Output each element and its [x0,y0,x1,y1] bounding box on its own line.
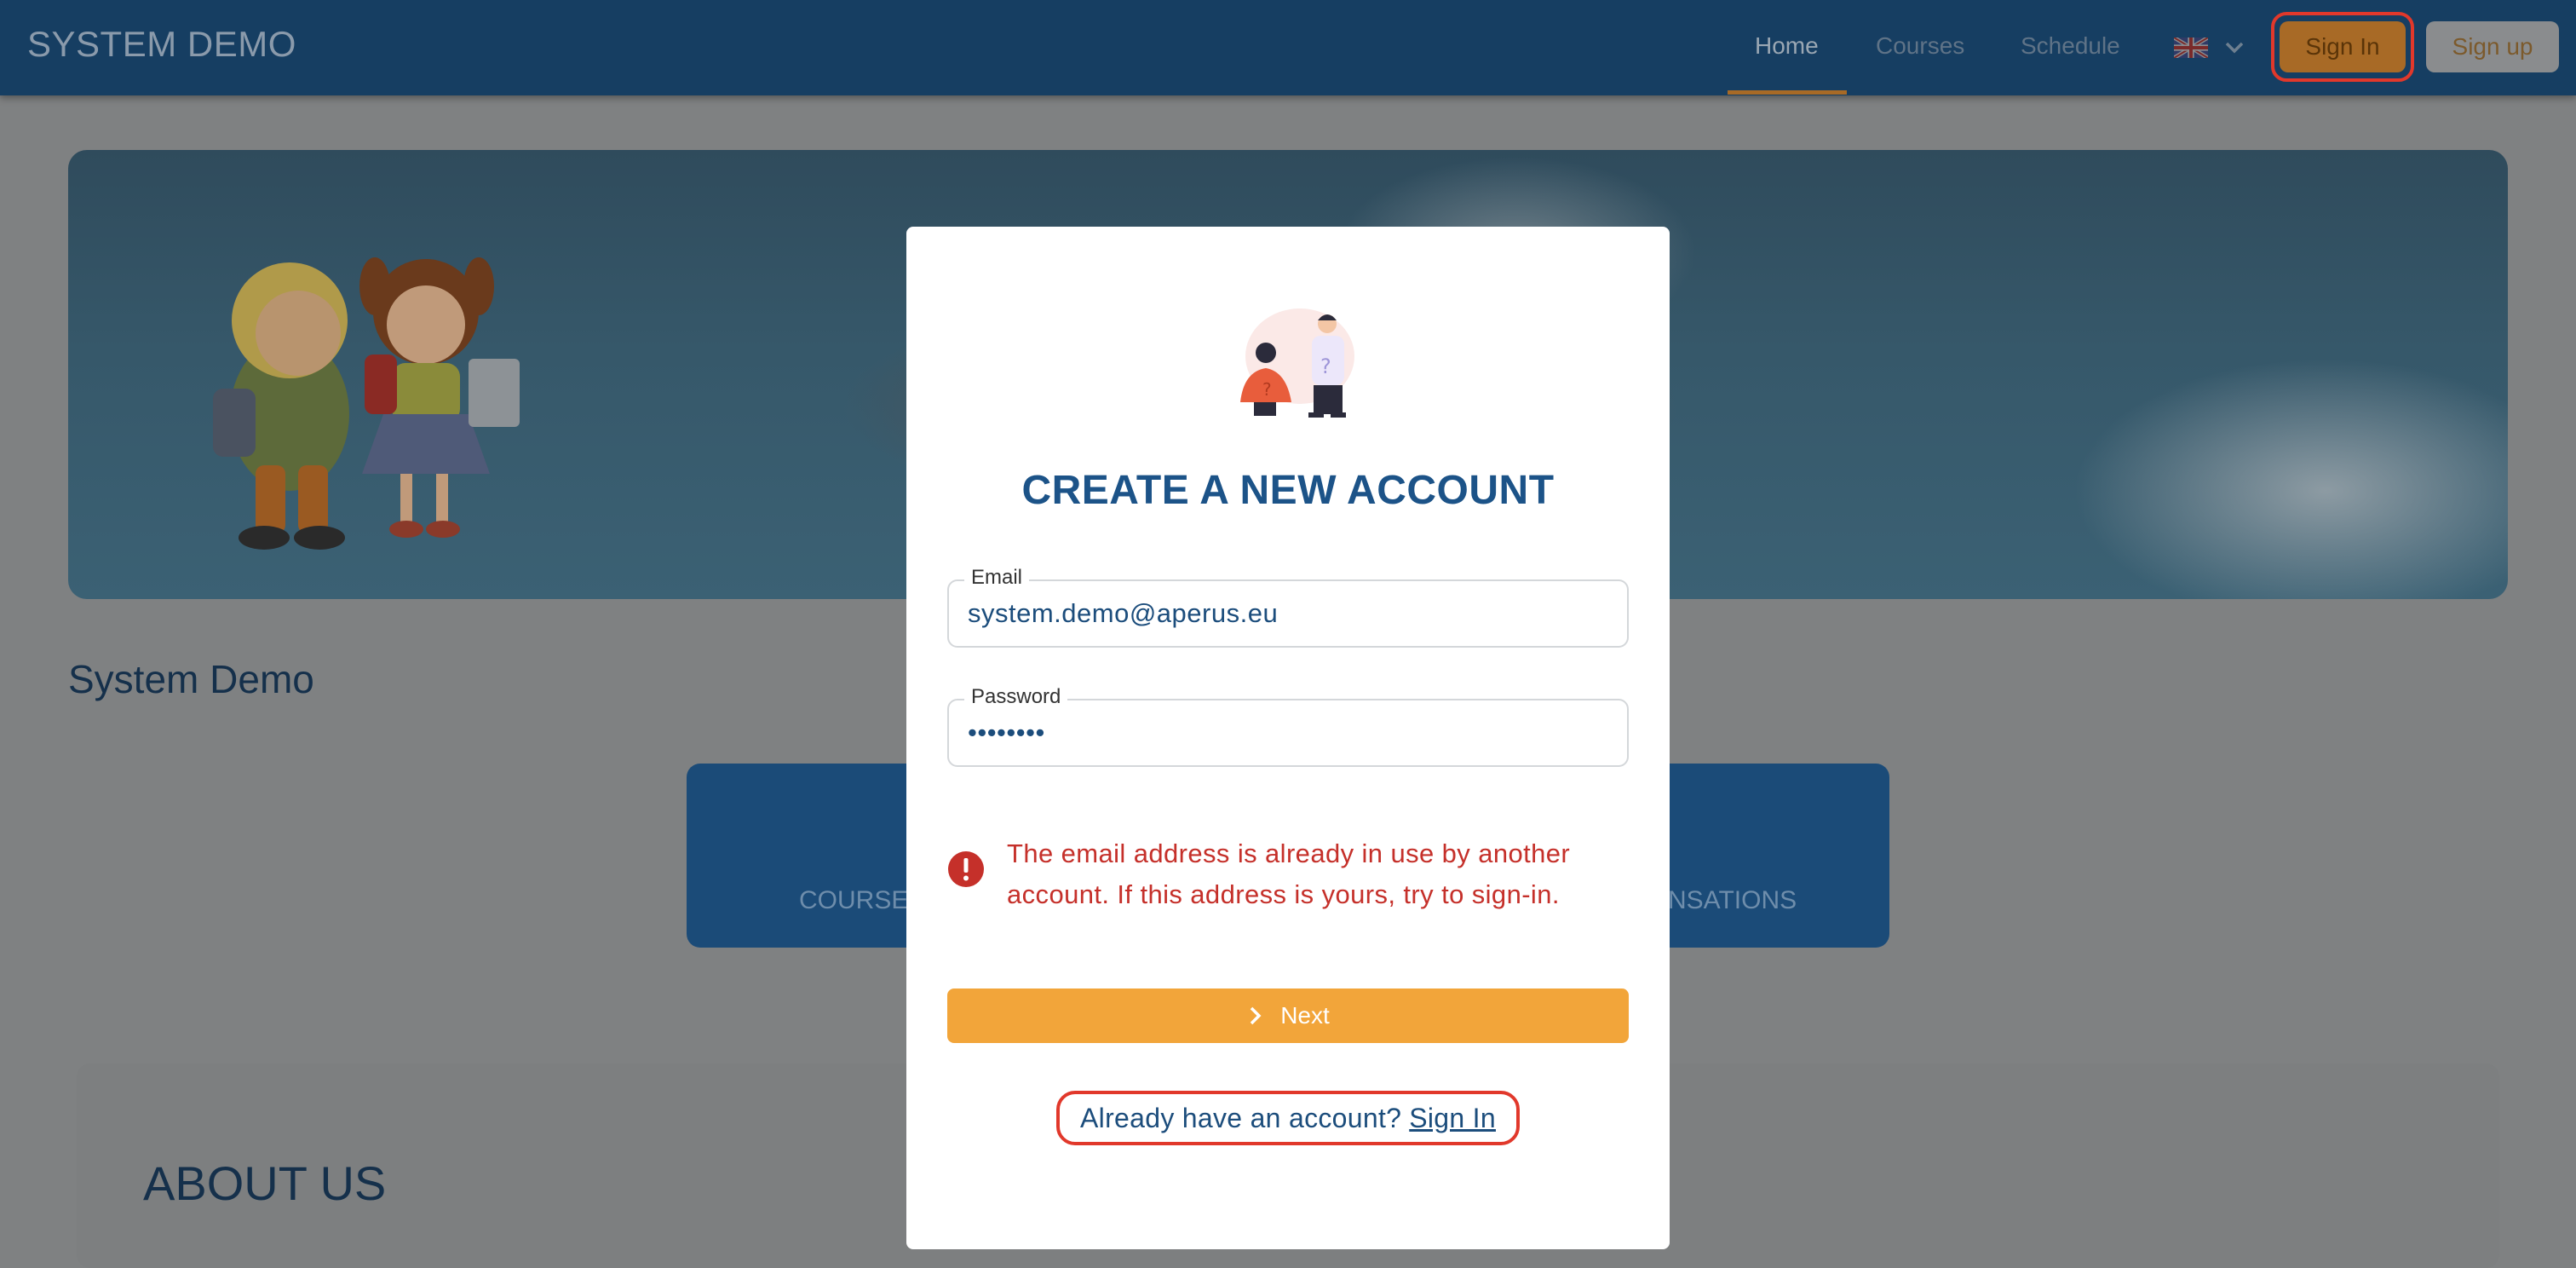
people-illustration: ? ? [1240,308,1354,418]
already-have-account-row: Already have an account? Sign In [1056,1091,1520,1145]
password-label: Password [964,685,1068,709]
nav-active-indicator [1728,90,1847,95]
error-text: The email address is already in use by a… [1007,839,1571,909]
nav-courses[interactable]: Courses [1876,32,1964,60]
create-account-dialog: ? ? CREATE A NEW ACCOUNT Email Password … [906,227,1670,1249]
nav-home[interactable]: Home [1755,32,1819,60]
nav-schedule[interactable]: Schedule [2021,32,2120,60]
svg-text:?: ? [1262,379,1272,400]
uk-flag-icon [2174,37,2208,58]
email-input[interactable] [968,598,1598,629]
already-have-account-text: Already have an account? [1080,1102,1402,1133]
top-navbar: SYSTEM DEMO Home Courses Schedule Sign I… [0,0,2576,95]
next-button[interactable]: Next [947,988,1629,1043]
next-button-label: Next [1280,1002,1330,1029]
language-selector[interactable] [2171,32,2252,63]
header-sign-in-button[interactable]: Sign In [2280,21,2406,72]
header-sign-up-button[interactable]: Sign up [2426,21,2559,72]
sign-in-link[interactable]: Sign In [1409,1103,1496,1134]
brand-title[interactable]: SYSTEM DEMO [27,24,296,65]
password-input[interactable] [968,718,1598,748]
svg-text:?: ? [1320,354,1331,378]
password-field[interactable]: Password [947,685,1629,767]
chevron-right-icon [1250,1006,1262,1025]
error-icon [948,851,984,887]
children-illustration [213,257,520,550]
stat-label-transactions[interactable]: NSATIONS [1668,886,1797,915]
about-us-title: ABOUT US [143,1156,387,1210]
email-label: Email [964,566,1030,590]
dialog-title: CREATE A NEW ACCOUNT [1021,468,1555,513]
page-title: System Demo [68,657,314,701]
chevron-down-icon [2225,42,2244,54]
email-field[interactable]: Email [947,566,1629,648]
